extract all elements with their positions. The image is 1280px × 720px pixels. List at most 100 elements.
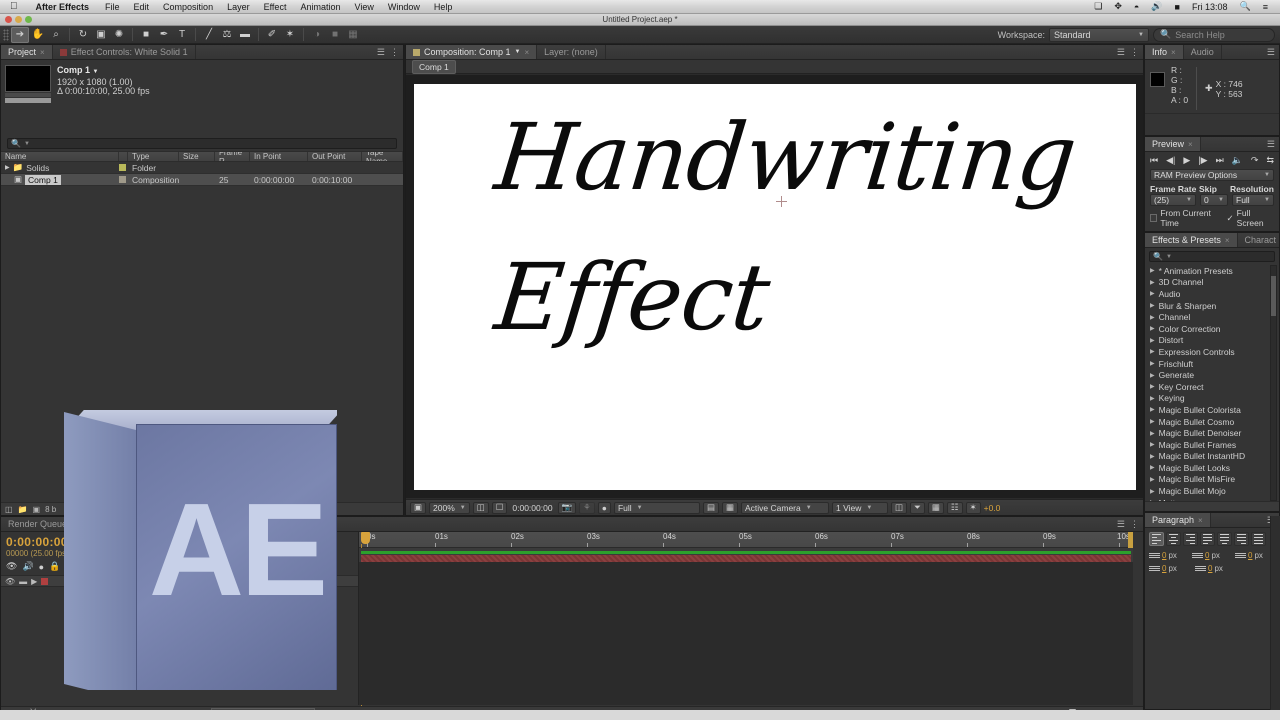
effects-scrollbar[interactable] bbox=[1270, 265, 1277, 501]
justify-last-left-button[interactable] bbox=[1200, 532, 1215, 546]
show-snapshot-icon[interactable]: ⚘ bbox=[579, 501, 595, 514]
work-area-end-handle[interactable] bbox=[1128, 532, 1133, 548]
tab-paragraph[interactable]: Paragraph × bbox=[1145, 513, 1211, 527]
first-frame-icon[interactable]: ⏮ bbox=[1150, 155, 1158, 166]
menu-layer[interactable]: Layer bbox=[220, 2, 257, 12]
list-item[interactable]: ▶ Magic Bullet Mojo bbox=[1147, 485, 1269, 497]
minimize-icon[interactable] bbox=[15, 16, 22, 23]
align-left-button[interactable] bbox=[1149, 532, 1164, 546]
playhead-icon[interactable]: ▶ bbox=[31, 577, 37, 586]
search-help-input[interactable]: 🔍 Search Help bbox=[1153, 27, 1275, 42]
pen-tool[interactable]: ✒ bbox=[155, 27, 173, 43]
close-icon[interactable]: × bbox=[525, 48, 530, 57]
list-item[interactable]: ▶ Magic Bullet Denoiser bbox=[1147, 427, 1269, 439]
tab-project[interactable]: Project × bbox=[1, 45, 53, 59]
always-preview-icon[interactable]: ▣ bbox=[410, 501, 427, 514]
tab-effect-controls[interactable]: Effect Controls: White Solid 1 bbox=[53, 45, 196, 59]
menu-effect[interactable]: Effect bbox=[257, 2, 294, 12]
space-after-field[interactable]: 0 px bbox=[1195, 564, 1238, 573]
shape-tool[interactable]: ■ bbox=[137, 27, 155, 43]
puppet-pin-tool[interactable]: ✶ bbox=[281, 27, 299, 43]
list-item[interactable]: ▶ 3D Channel bbox=[1147, 277, 1269, 289]
tab-character[interactable]: Charact bbox=[1238, 233, 1280, 247]
list-item[interactable]: ▶ Key Correct bbox=[1147, 381, 1269, 393]
eraser-tool[interactable]: ▬ bbox=[236, 27, 254, 43]
lock-icon[interactable]: 🔒 bbox=[49, 561, 60, 572]
justify-last-right-button[interactable] bbox=[1234, 532, 1249, 546]
indent-left-field[interactable]: 0 px bbox=[1149, 551, 1189, 560]
list-item[interactable]: ▶ Frischluft bbox=[1147, 358, 1269, 370]
comp-name-label[interactable]: Comp 1 ▼ bbox=[57, 65, 150, 78]
loop-icon[interactable]: ⇆ bbox=[1266, 155, 1274, 166]
table-row[interactable]: ▣ Comp 1 Composition 25 0:00:00:00 0:00:… bbox=[1, 174, 403, 186]
grid-guides-icon[interactable]: ◫ bbox=[472, 501, 489, 514]
disclosure-triangle-icon[interactable]: ▶ bbox=[1150, 314, 1155, 321]
disclosure-triangle-icon[interactable]: ▶ bbox=[1150, 267, 1155, 274]
justify-all-button[interactable] bbox=[1251, 532, 1266, 546]
indent-first-line-field[interactable]: 0 px bbox=[1235, 551, 1275, 560]
disclosure-triangle-icon[interactable]: ▶ bbox=[1150, 325, 1155, 332]
column-type[interactable]: Type bbox=[128, 152, 179, 161]
current-timecode[interactable]: 0:00:00:00 bbox=[510, 503, 554, 513]
exposure-value[interactable]: +0.0 bbox=[984, 503, 1001, 513]
disclosure-triangle-icon[interactable]: ▶ bbox=[1150, 476, 1155, 483]
clone-stamp-tool[interactable]: ⚖ bbox=[218, 27, 236, 43]
current-time-indicator[interactable] bbox=[361, 532, 370, 720]
tab-composition[interactable]: Composition: Comp 1 ▼ × bbox=[406, 45, 538, 59]
disclosure-triangle-icon[interactable]: ▶ bbox=[1150, 279, 1155, 286]
effects-search-input[interactable]: 🔍 ▼ bbox=[1149, 251, 1275, 262]
project-search-input[interactable]: 🔍 ▼ bbox=[7, 138, 397, 149]
justify-last-center-button[interactable] bbox=[1217, 532, 1232, 546]
interpret-footage-icon[interactable]: ◫ bbox=[5, 505, 13, 514]
column-in-point[interactable]: In Point bbox=[250, 152, 308, 161]
anchor-point-icon[interactable] bbox=[775, 195, 787, 207]
ram-preview-options-select[interactable]: RAM Preview Options ▼ bbox=[1150, 169, 1274, 181]
label-color-swatch[interactable] bbox=[119, 176, 126, 183]
toolbar-grip[interactable] bbox=[3, 28, 9, 41]
disclosure-triangle-icon[interactable]: ▶ bbox=[1150, 464, 1155, 471]
menu-composition[interactable]: Composition bbox=[156, 2, 220, 12]
menu-help[interactable]: Help bbox=[427, 2, 460, 12]
column-label-color-icon[interactable] bbox=[119, 152, 128, 161]
tab-preview[interactable]: Preview × bbox=[1145, 137, 1201, 151]
brush-tool[interactable]: ╱ bbox=[200, 27, 218, 43]
video-visibility-icon[interactable]: 👁 bbox=[6, 561, 17, 572]
last-frame-icon[interactable]: ⏭ bbox=[1216, 155, 1224, 166]
table-row[interactable]: ▶ 📁 Solids Folder bbox=[1, 162, 403, 174]
scrollbar-thumb[interactable] bbox=[1271, 276, 1276, 316]
list-item[interactable]: ▶ Distort bbox=[1147, 335, 1269, 347]
disclosure-triangle-icon[interactable]: ▶ bbox=[1150, 430, 1155, 437]
list-icon[interactable]: ≡ bbox=[1257, 2, 1274, 12]
tab-layer[interactable]: Layer: (none) bbox=[537, 45, 606, 59]
bluetooth-icon[interactable]: ✥ bbox=[1108, 1, 1128, 12]
list-item[interactable]: ▶ Magic Bullet Cosmo bbox=[1147, 416, 1269, 428]
timeline-icon[interactable]: ▦ bbox=[927, 501, 944, 514]
list-item[interactable]: ▶ Magic Bullet Looks bbox=[1147, 462, 1269, 474]
preview-panel-menu[interactable]: ☰ bbox=[1267, 137, 1279, 151]
panel-grip-icon[interactable]: ⋮ bbox=[390, 47, 399, 58]
disclosure-triangle-icon[interactable]: ▶ bbox=[1150, 302, 1155, 309]
bit-depth-label[interactable]: 8 b bbox=[45, 505, 56, 514]
chevron-down-icon[interactable]: ▼ bbox=[515, 49, 521, 55]
pixel-aspect-correction-icon[interactable]: ◫ bbox=[891, 501, 908, 514]
disclosure-triangle-icon[interactable]: ▶ bbox=[1150, 360, 1155, 367]
ram-preview-icon[interactable]: ↷ bbox=[1251, 155, 1259, 166]
row-name[interactable]: Comp 1 bbox=[25, 174, 61, 185]
source-name-icon[interactable]: 👁 bbox=[5, 577, 15, 586]
region-of-interest-icon[interactable]: ☐ bbox=[491, 501, 508, 514]
next-frame-icon[interactable]: |▶ bbox=[1198, 155, 1207, 166]
maximize-icon[interactable] bbox=[25, 16, 32, 23]
take-snapshot-icon[interactable]: 📷 bbox=[557, 501, 577, 514]
disclosure-triangle-icon[interactable]: ▶ bbox=[1150, 290, 1155, 297]
new-composition-icon[interactable]: ▣ bbox=[33, 505, 41, 514]
composition-panel-menu[interactable]: ☰ ⋮ bbox=[1117, 45, 1143, 59]
audio-icon[interactable]: 🔈 bbox=[1232, 155, 1243, 166]
menu-bar-clock[interactable]: Fri 13:08 bbox=[1186, 2, 1234, 12]
disclosure-triangle-icon[interactable]: ▶ bbox=[1150, 395, 1155, 402]
timeline-work-area[interactable] bbox=[359, 548, 1133, 562]
layer-bar-icon[interactable]: ▬ bbox=[19, 577, 27, 586]
menu-window[interactable]: Window bbox=[381, 2, 427, 12]
from-current-time-checkbox[interactable]: From Current Time bbox=[1150, 208, 1224, 228]
list-item[interactable]: ▶ Magic Bullet MisFire bbox=[1147, 474, 1269, 486]
disclosure-triangle-icon[interactable]: ▶ bbox=[1150, 418, 1155, 425]
